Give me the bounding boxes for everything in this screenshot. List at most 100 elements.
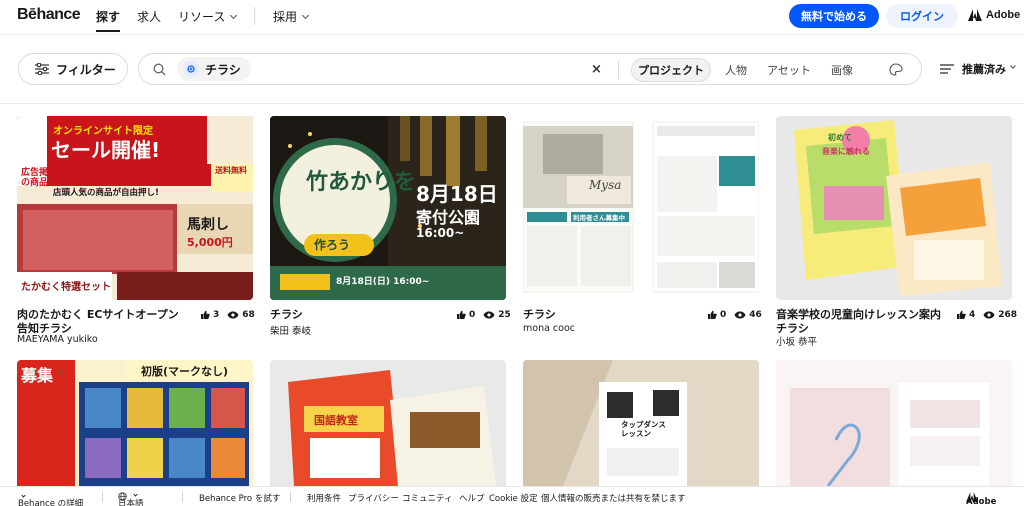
project-card[interactable]: Mysa 利用者さん募集中 チラシ mona cooc 0 46 [523, 116, 762, 346]
thumb-text: セール開催! [51, 138, 161, 162]
adobe-label: Adobe [986, 9, 1021, 21]
project-thumbnail[interactable]: Mysa 利用者さん募集中 [523, 116, 759, 300]
project-stats: 0 25 [456, 310, 511, 320]
search-input[interactable]: チラシ × プロジェクト 人物 アセット 画像 [138, 53, 922, 85]
footer-pro-link[interactable]: Behance Pro を試す [199, 492, 280, 504]
nav-jobs[interactable]: 求人 [137, 8, 161, 25]
sort-label: 推薦済み [962, 63, 1006, 76]
top-nav: Bēhance 探す 求人 リソース 採用 無料で始める ログイン Adobe [0, 0, 1024, 34]
project-author[interactable]: 小坂 恭平 [776, 334, 817, 348]
thumb-text: タップダンスレッスン [621, 420, 666, 438]
clear-search-icon[interactable]: × [591, 62, 602, 77]
thumbs-up-icon [201, 310, 210, 319]
adobe-link[interactable]: Adobe [968, 9, 1020, 21]
flyer-music-lesson-image [776, 116, 1012, 300]
thumb-text: Mysa [589, 178, 622, 192]
project-stats: 3 68 [200, 310, 255, 320]
footer-privacy-link[interactable]: プライバシー [348, 492, 399, 504]
eye-icon [983, 311, 995, 319]
like-count: 4 [969, 310, 976, 320]
nav-resources[interactable]: リソース [178, 8, 238, 25]
search-divider [618, 61, 619, 79]
project-card[interactable] [776, 360, 1012, 486]
thumb-text: 作ろう [314, 238, 351, 252]
thumb-text: 募集 [21, 366, 54, 385]
like-count: 0 [720, 310, 727, 320]
project-title[interactable]: チラシ [523, 308, 556, 322]
login-button[interactable]: ログイン [886, 4, 958, 28]
footer-about[interactable]: Behance の詳細 [18, 492, 83, 506]
project-thumbnail[interactable]: オンラインサイト限定 セール開催! 広告掲載の商品が 税込 30%OFF 店頭人… [17, 116, 253, 300]
thumb-text: 8月18日(日) 16:00~ [336, 277, 430, 287]
nav-divider [254, 7, 255, 25]
search-icon [153, 63, 166, 76]
project-card[interactable]: オンラインサイト限定 セール開催! 広告掲載の商品が 税込 30%OFF 店頭人… [17, 116, 255, 346]
filter-button[interactable]: フィルター [18, 53, 128, 85]
chevron-down-icon [230, 11, 238, 20]
view-count: 25 [498, 310, 511, 320]
nav-hire-label: 採用 [273, 10, 298, 24]
tab-projects[interactable]: プロジェクト [631, 58, 711, 82]
thumb-text: 国語教室 [314, 414, 358, 427]
footer-divider [290, 492, 291, 502]
thumb-text: 利用者さん募集中 [573, 214, 625, 222]
signup-button[interactable]: 無料で始める [789, 4, 879, 28]
project-thumbnail[interactable]: 竹あかりを 作ろう 8月18日 寄付公園 16:00~ 8月18日(日) 16:… [270, 116, 506, 300]
footer-about-label: Behance の詳細 [18, 499, 84, 506]
tab-images[interactable]: 画像 [823, 58, 861, 82]
thumbs-up-icon [457, 310, 466, 319]
view-count: 46 [749, 310, 762, 320]
thumb-text: たかむく特選セット [21, 282, 111, 293]
project-stats: 4 268 [956, 310, 1017, 320]
project-author[interactable]: 柴田 泰岐 [270, 323, 311, 337]
footer-terms-link[interactable]: 利用条件 [307, 492, 341, 504]
like-count: 0 [469, 310, 476, 320]
flyer-ballet-image [776, 360, 1012, 486]
project-thumbnail[interactable] [776, 360, 1012, 486]
project-thumbnail[interactable]: 募集 初版(マークなし) [17, 360, 253, 486]
footer-language[interactable]: 日本語 [118, 492, 144, 506]
footer-help-link[interactable]: ヘルプ [459, 492, 485, 504]
project-author[interactable]: MAEYAMA yukiko [17, 334, 98, 345]
nav-explore[interactable]: 探す [96, 8, 120, 25]
behance-logo[interactable]: Bēhance [17, 6, 81, 24]
project-card[interactable]: 募集 初版(マークなし) [17, 360, 253, 486]
project-title[interactable]: 音楽学校の児童向けレッスン案内チラシ [776, 308, 948, 336]
thumbs-up-icon [708, 310, 717, 319]
sort-dropdown[interactable]: 推薦済み [940, 61, 1016, 77]
project-thumbnail[interactable]: タップダンスレッスン [523, 360, 759, 486]
footer-community-link[interactable]: コミュニティ [402, 492, 453, 504]
footer-adobe[interactable]: Adobe [966, 492, 996, 506]
search-query-token[interactable]: チラシ [177, 57, 251, 81]
project-card[interactable]: タップダンスレッスン [523, 360, 759, 486]
chevron-down-icon [301, 11, 310, 20]
footer-cookie-link[interactable]: Cookie 設定 [489, 492, 538, 504]
filter-sliders-icon [35, 63, 49, 75]
project-thumbnail[interactable]: 国語教室 [270, 360, 506, 486]
project-thumbnail[interactable]: 初めて 音楽に触れる [776, 116, 1012, 300]
view-count: 268 [998, 310, 1018, 320]
adobe-logo-icon [968, 9, 982, 21]
tab-people[interactable]: 人物 [717, 58, 755, 82]
color-palette-icon[interactable] [889, 63, 903, 77]
project-stats: 0 46 [707, 310, 762, 320]
project-card[interactable]: 竹あかりを 作ろう 8月18日 寄付公園 16:00~ 8月18日(日) 16:… [270, 116, 511, 346]
project-title[interactable]: チラシ [270, 308, 303, 322]
thumbs-up-icon [957, 310, 966, 319]
thumb-text: 5,000円 [187, 236, 233, 249]
view-count-wrap: 25 [483, 310, 511, 320]
nav-hire[interactable]: 採用 [273, 8, 310, 25]
project-author[interactable]: mona cooc [523, 323, 575, 334]
project-card[interactable]: 国語教室 [270, 360, 506, 486]
thumb-text: 馬刺し [187, 217, 229, 233]
footer-adobe-label: Adobe [966, 497, 997, 506]
chevron-down-icon [133, 492, 138, 497]
search-toolbar: フィルター チラシ × プロジェクト 人物 アセット 画像 推薦済み [0, 34, 1024, 104]
project-title[interactable]: 肉のたかむく ECサイトオープン告知チラシ [17, 308, 187, 336]
thumb-text: 初版(マークなし) [141, 365, 229, 378]
footer-do-not-sell-link[interactable]: 個人情報の販売または共有を禁じます [541, 492, 686, 504]
project-card[interactable]: 初めて 音楽に触れる 音楽学校の児童向けレッスン案内チラシ 小坂 恭平 4 26… [776, 116, 1017, 348]
footer-language-label: 日本語 [118, 499, 144, 506]
nav-active-underline [96, 30, 120, 32]
tab-assets[interactable]: アセット [761, 58, 817, 82]
